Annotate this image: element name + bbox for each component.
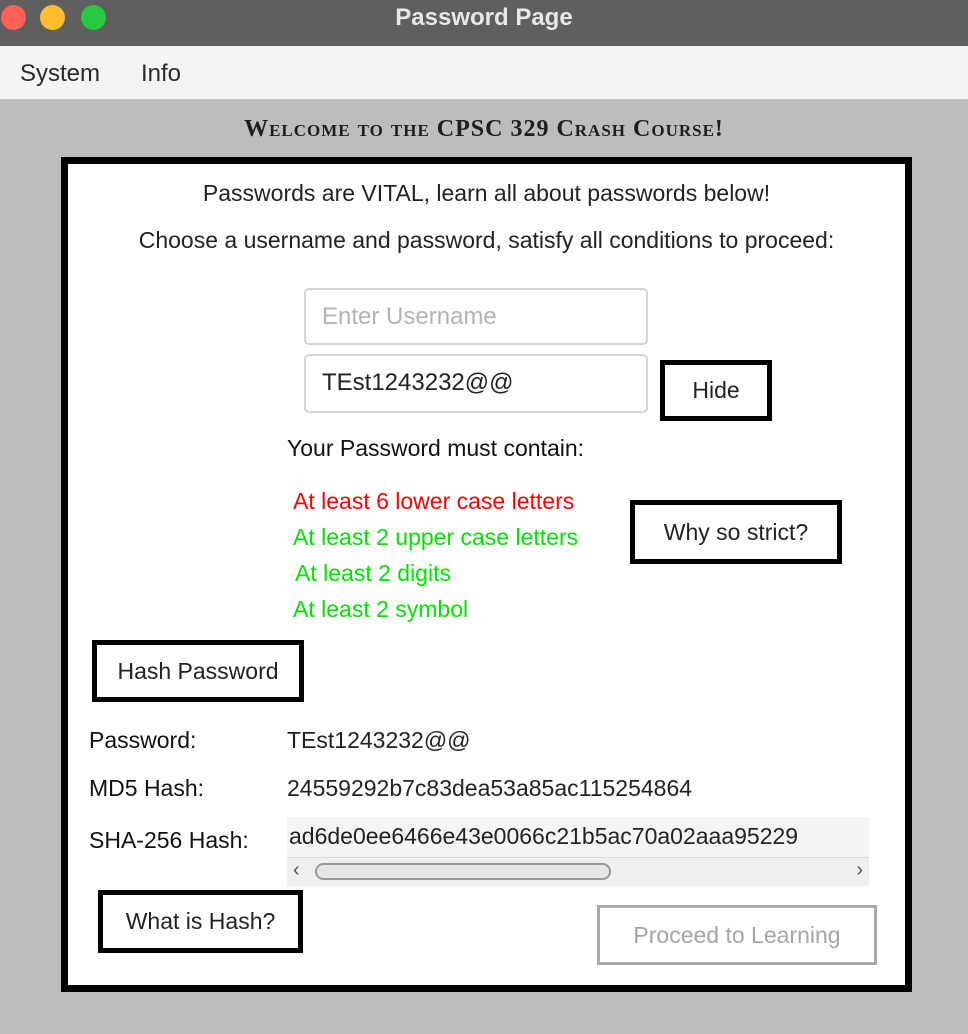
password-panel: Passwords are VITAL, learn all about pas… bbox=[61, 157, 912, 992]
horizontal-scrollbar[interactable]: ‹ › bbox=[287, 857, 869, 885]
scroll-left-arrow-icon[interactable]: ‹ bbox=[293, 859, 300, 882]
username-input[interactable]: Enter Username bbox=[304, 288, 648, 345]
proceed-to-learning-button[interactable]: Proceed to Learning bbox=[597, 905, 877, 965]
menu-system[interactable]: System bbox=[20, 60, 100, 88]
sha256-label: SHA-256 Hash: bbox=[89, 827, 249, 853]
hash-password-button[interactable]: Hash Password bbox=[92, 640, 304, 702]
password-input[interactable]: TEst1243232@@ bbox=[304, 354, 648, 413]
sha256-value: ad6de0ee6466e43e0066c21b5ac70a02aaa95229 bbox=[289, 823, 799, 849]
requirement-digits: At least 2 digits bbox=[295, 560, 451, 586]
md5-value: 24559292b7c83dea53a85ac115254864 bbox=[287, 775, 693, 801]
welcome-heading: Welcome to the CPSC 329 Crash Course! bbox=[244, 116, 724, 142]
why-so-strict-button[interactable]: Why so strict? bbox=[630, 500, 842, 564]
window-title: Password Page bbox=[395, 4, 573, 31]
hide-password-button[interactable]: Hide bbox=[660, 360, 772, 421]
scroll-right-arrow-icon[interactable]: › bbox=[856, 859, 863, 882]
scrollbar-thumb[interactable] bbox=[315, 863, 611, 880]
menu-bar: System Info bbox=[0, 46, 968, 100]
what-is-hash-button[interactable]: What is Hash? bbox=[98, 890, 303, 953]
requirement-symbol: At least 2 symbol bbox=[293, 596, 469, 622]
md5-label: MD5 Hash: bbox=[89, 775, 205, 801]
password-label: Password: bbox=[89, 727, 197, 753]
requirement-uppercase: At least 2 upper case letters bbox=[293, 524, 579, 550]
requirements-heading: Your Password must contain: bbox=[287, 435, 585, 461]
window-titlebar: Password Page bbox=[0, 0, 968, 46]
password-display: TEst1243232@@ bbox=[287, 727, 471, 753]
intro-line-2: Choose a username and password, satisfy … bbox=[138, 227, 835, 253]
menu-info[interactable]: Info bbox=[141, 60, 181, 88]
requirement-lowercase: At least 6 lower case letters bbox=[293, 488, 575, 514]
sha256-scroll-field[interactable]: ad6de0ee6466e43e0066c21b5ac70a02aaa95229… bbox=[287, 817, 869, 887]
intro-line-1: Passwords are VITAL, learn all about pas… bbox=[202, 180, 771, 206]
